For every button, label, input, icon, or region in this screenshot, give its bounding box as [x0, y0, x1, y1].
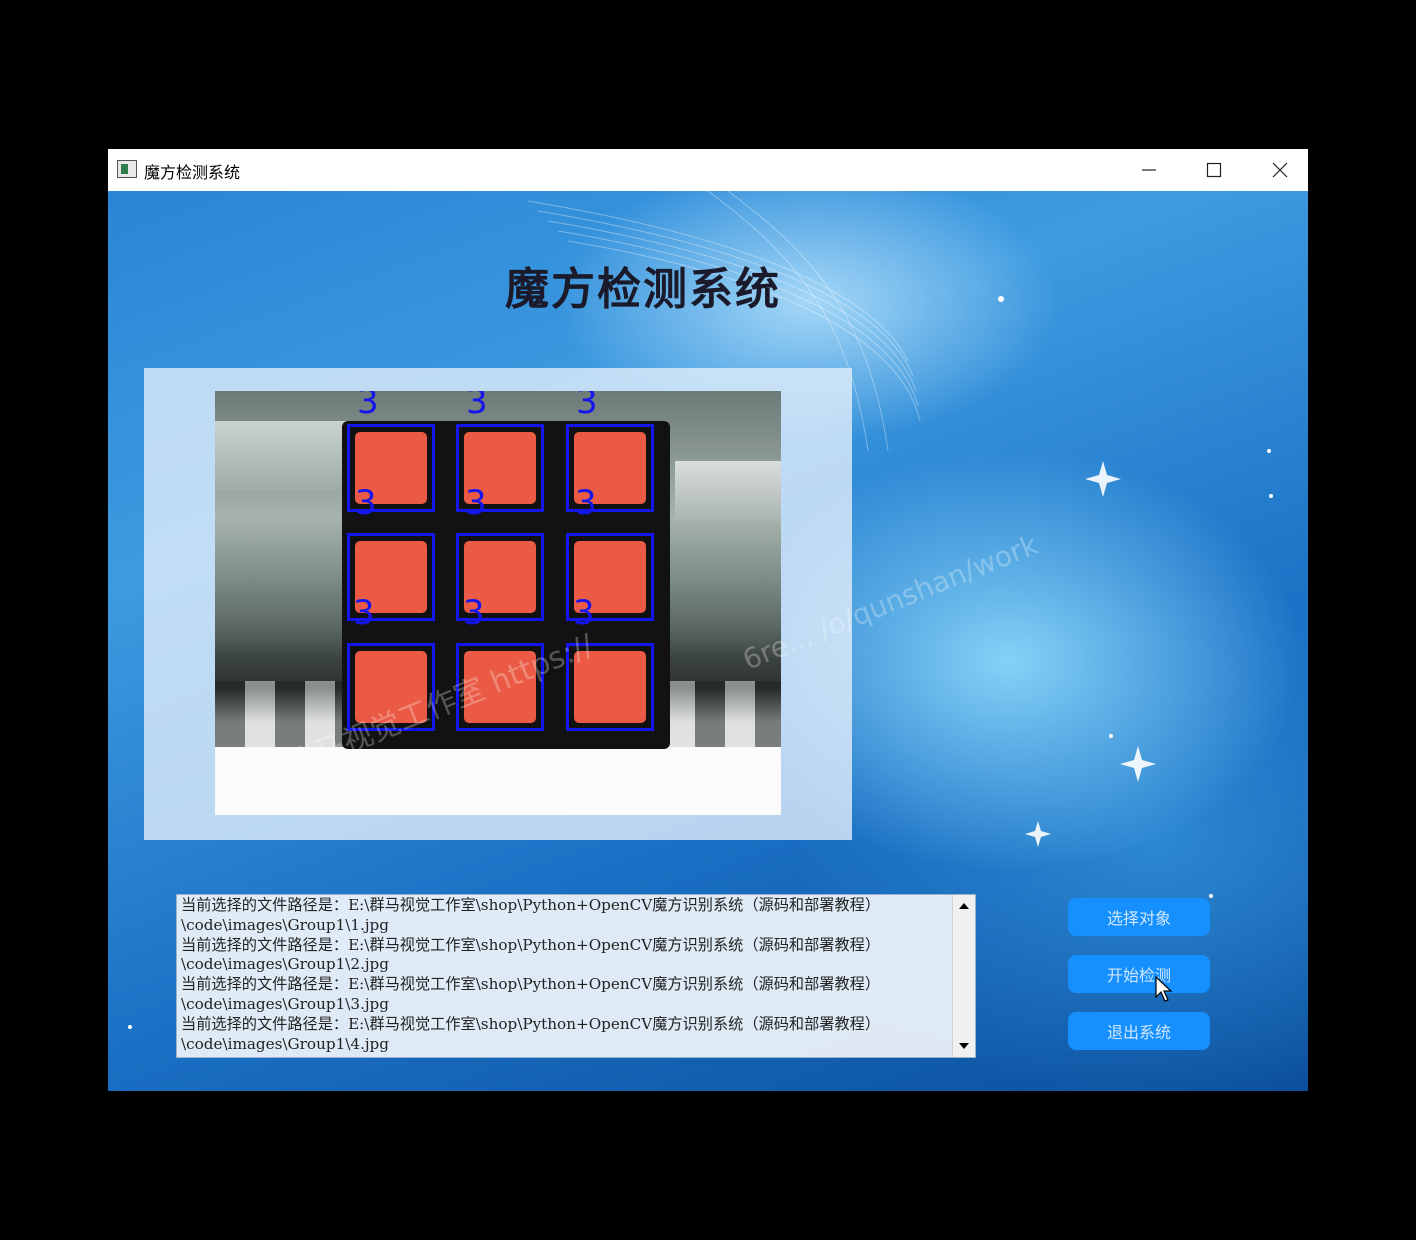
detection-label: 3 — [575, 483, 597, 523]
app-window: 魔方检测系统 魔方检测系统 3 3 3 3 3 3 3 3 3 群马视觉工作室 … — [108, 149, 1308, 1091]
close-icon — [1272, 162, 1288, 178]
log-scrollbar[interactable] — [952, 895, 975, 1057]
detection-label: 3 — [357, 391, 379, 422]
log-line: \code\images\Group1\4.jpg — [181, 1034, 389, 1053]
photo-background-box — [675, 461, 781, 521]
maximize-button[interactable] — [1181, 149, 1247, 191]
exit-system-button[interactable]: 退出系统 — [1068, 1012, 1210, 1050]
photo-background-shelf — [215, 421, 355, 491]
app-icon — [117, 160, 137, 178]
log-line: 当前选择的文件路径是：E:\群马视觉工作室\shop\Python+OpenCV… — [181, 1014, 881, 1033]
log-line: 当前选择的文件路径是：E:\群马视觉工作室\shop\Python+OpenCV… — [181, 935, 881, 954]
log-output[interactable]: 当前选择的文件路径是：E:\群马视觉工作室\shop\Python+OpenCV… — [176, 894, 976, 1058]
scroll-up-button[interactable] — [953, 895, 975, 917]
page-title: 魔方检测系统 — [505, 264, 781, 315]
log-line: \code\images\Group1\3.jpg — [181, 994, 389, 1013]
image-display-panel: 3 3 3 3 3 3 3 3 3 群马视觉工作室 https:// — [144, 368, 852, 840]
title-bar: 魔方检测系统 — [108, 149, 1308, 191]
detection-label: 3 — [463, 593, 485, 633]
start-detect-button[interactable]: 开始检测 — [1068, 955, 1210, 993]
mouse-pointer-icon — [1155, 976, 1173, 1002]
scroll-down-button[interactable] — [953, 1035, 975, 1057]
log-text-area: 当前选择的文件路径是：E:\群马视觉工作室\shop\Python+OpenCV… — [181, 896, 951, 1054]
maximize-icon — [1206, 162, 1222, 178]
arrow-down-icon — [959, 1043, 969, 1049]
detection-label: 3 — [466, 391, 488, 422]
minimize-button[interactable] — [1116, 149, 1182, 191]
close-button[interactable] — [1247, 149, 1313, 191]
detection-label: 3 — [353, 593, 375, 633]
arrow-up-icon — [959, 903, 969, 909]
log-line: \code\images\Group1\2.jpg — [181, 955, 389, 974]
log-line: 当前选择的文件路径是：E:\群马视觉工作室\shop\Python+OpenCV… — [181, 896, 881, 914]
log-line: 当前选择的文件路径是：E:\群马视觉工作室\shop\Python+OpenCV… — [181, 975, 881, 994]
detection-label: 3 — [465, 483, 487, 523]
window-title: 魔方检测系统 — [144, 163, 241, 182]
minimize-icon — [1142, 169, 1156, 171]
log-line: \code\images\Group1\1.jpg — [181, 915, 389, 934]
scrollbar-thumb[interactable] — [956, 919, 971, 1031]
detection-label: 3 — [576, 391, 598, 422]
main-content: 魔方检测系统 3 3 3 3 3 3 3 3 3 群马视觉工作室 https:/… — [108, 191, 1308, 1091]
select-object-button[interactable]: 选择对象 — [1068, 898, 1210, 936]
detection-label: 3 — [355, 483, 377, 523]
